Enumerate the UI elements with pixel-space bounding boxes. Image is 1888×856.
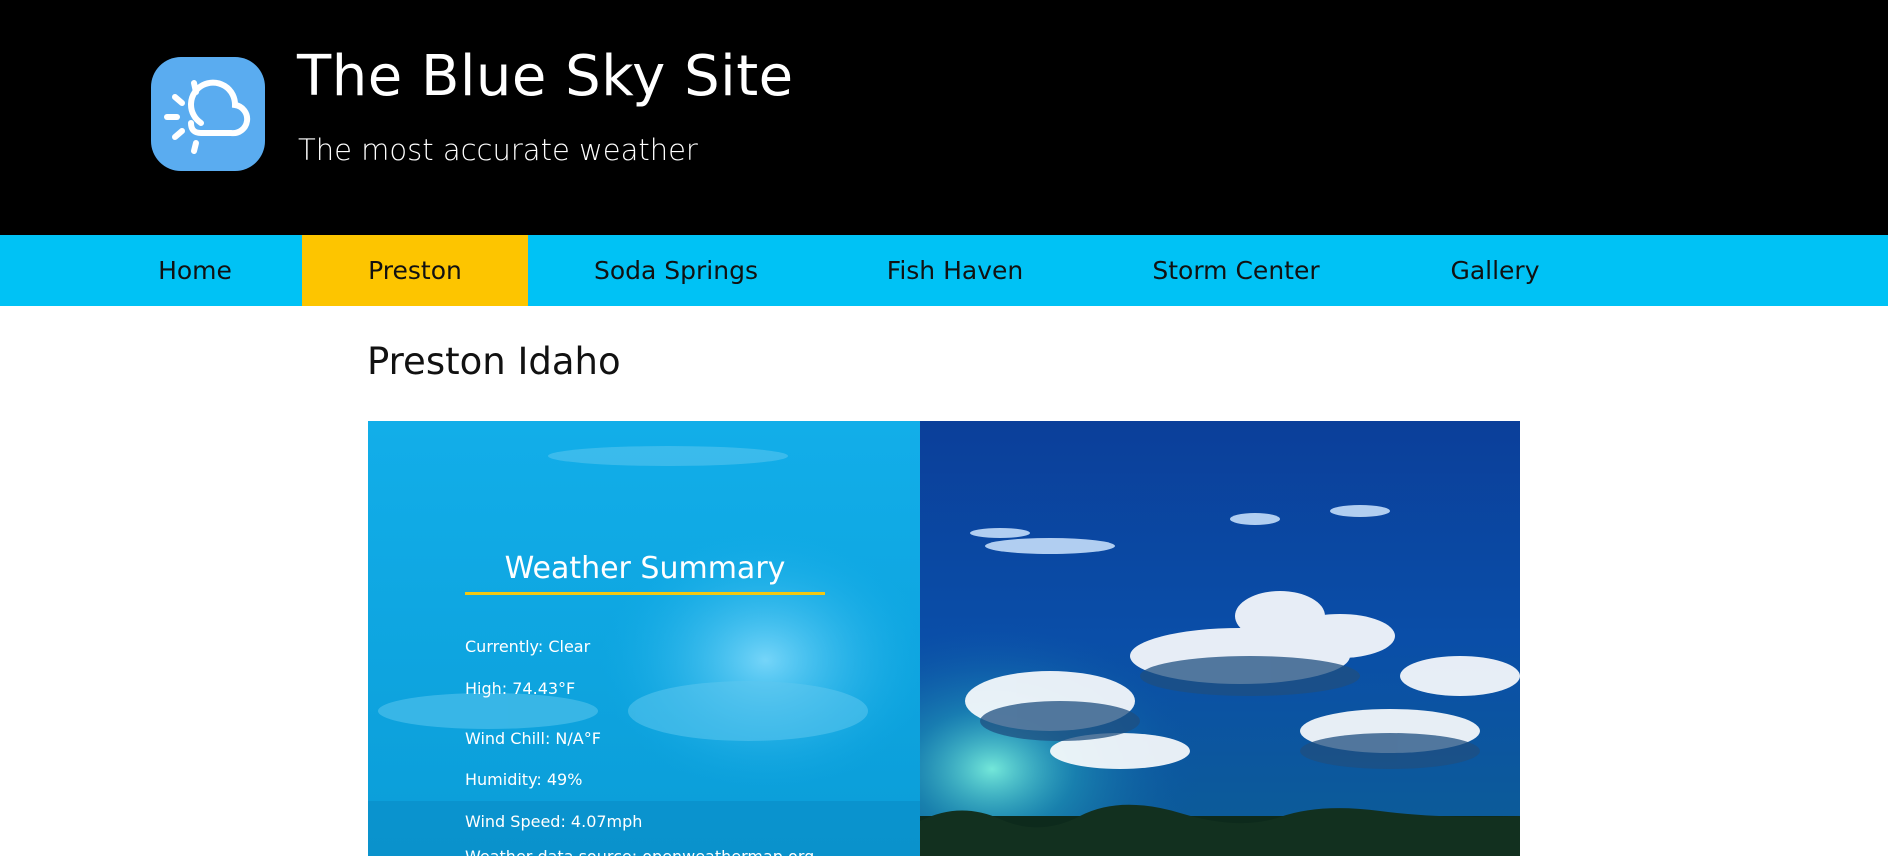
site-title: The Blue Sky Site [297,44,794,109]
sky-photo [920,421,1520,856]
summary-wind-chill: Wind Chill: N/A°F [465,729,601,748]
weather-logo-icon[interactable] [151,57,265,171]
nav-item-gallery[interactable]: Gallery [1425,235,1565,306]
summary-high: High: 74.43°F [465,679,576,698]
summary-title: Weather Summary [465,551,825,595]
nav-item-home[interactable]: Home [125,235,265,306]
weather-summary: Weather Summary Currently: Clear High: 7… [465,551,825,856]
nav-item-fish-haven[interactable]: Fish Haven [860,235,1050,306]
weather-summary-panel: Weather Summary Currently: Clear High: 7… [368,421,920,856]
main-navigation: Home Preston Soda Springs Fish Haven Sto… [0,235,1888,306]
summary-wind-speed: Wind Speed: 4.07mph [465,812,643,831]
weather-hero: Weather Summary Currently: Clear High: 7… [368,421,1520,856]
nav-item-preston[interactable]: Preston [302,235,528,306]
site-header: The Blue Sky Site The most accurate weat… [0,0,1888,235]
site-tagline: The most accurate weather [298,133,698,167]
nav-item-soda-springs[interactable]: Soda Springs [565,235,787,306]
summary-humidity: Humidity: 49% [465,770,583,789]
summary-currently: Currently: Clear [465,637,591,656]
partly-sunny-cloud-icon [164,79,251,154]
page-title: Preston Idaho [367,340,621,383]
nav-item-storm-center[interactable]: Storm Center [1125,235,1347,306]
summary-data-source: Weather data source: openweathermap.org [465,847,814,856]
